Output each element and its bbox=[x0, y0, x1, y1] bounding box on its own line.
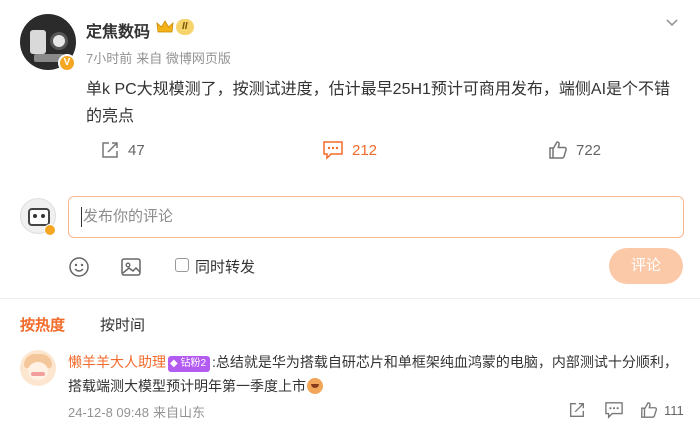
commenter-avatar[interactable] bbox=[20, 350, 56, 386]
comment-count: 212 bbox=[352, 141, 378, 159]
post-time[interactable]: 7小时前 bbox=[86, 51, 132, 66]
post-source: 来自 微博网页版 bbox=[136, 51, 231, 66]
image-icon[interactable] bbox=[120, 256, 142, 278]
comment-reply-button[interactable] bbox=[604, 400, 624, 420]
like-icon bbox=[641, 402, 658, 418]
crown-icon bbox=[156, 20, 174, 33]
repost-checkbox[interactable] bbox=[175, 258, 189, 272]
user-level-badge: II bbox=[176, 19, 194, 35]
repost-button[interactable]: 47 bbox=[100, 140, 145, 160]
post-content: 单k PC大规模测了，按测试进度，估计最早25H1预计可商用发布，端侧AI是个不… bbox=[86, 81, 671, 125]
author-name[interactable]: 定焦数码 bbox=[86, 18, 150, 42]
divider bbox=[0, 298, 700, 299]
tab-sort-hot[interactable]: 按热度 bbox=[20, 314, 65, 335]
comment-icon bbox=[605, 402, 623, 419]
comment-location: 来自山东 bbox=[152, 405, 205, 420]
like-icon bbox=[549, 141, 567, 159]
repost-icon bbox=[570, 403, 584, 417]
like-count: 722 bbox=[576, 141, 602, 159]
comment-button[interactable]: 212 bbox=[322, 140, 377, 160]
fan-badge-label: 钻粉2 bbox=[180, 358, 207, 369]
comment-body: 懒羊羊大人助理 ◆ 钻粉2:总结就是华为搭载自研芯片和单框架纯血鸿蒙的电脑，内部测… bbox=[68, 350, 688, 398]
verified-badge-icon: V bbox=[58, 54, 76, 72]
comment-repost-button[interactable] bbox=[568, 400, 586, 420]
comment-meta: 24-12-8 09:48 来自山东 bbox=[68, 402, 205, 421]
comment-time: 24-12-8 09:48 bbox=[68, 405, 149, 420]
laughing-emoji-icon bbox=[307, 378, 323, 394]
comment-like-count: 111 bbox=[664, 402, 684, 418]
comment-icon bbox=[323, 141, 343, 160]
text-caret bbox=[81, 207, 82, 227]
like-button[interactable]: 722 bbox=[548, 140, 601, 160]
fan-badge: ◆ 钻粉2 bbox=[168, 356, 211, 372]
chevron-down-icon[interactable] bbox=[664, 14, 680, 30]
repost-icon bbox=[102, 142, 118, 158]
post-meta: 7小时前 来自 微博网页版 bbox=[86, 48, 231, 67]
repost-checkbox-label[interactable]: 同时转发 bbox=[195, 256, 255, 277]
comment-like-button[interactable]: 111 bbox=[640, 400, 684, 420]
tab-sort-time[interactable]: 按时间 bbox=[100, 314, 145, 335]
submit-comment-button[interactable]: 评论 bbox=[609, 248, 683, 284]
emoji-icon[interactable] bbox=[68, 256, 90, 278]
my-verified-badge-icon bbox=[44, 224, 56, 236]
repost-count: 47 bbox=[128, 141, 145, 159]
comment-input[interactable]: 发布你的评论 bbox=[68, 196, 684, 238]
commenter-name[interactable]: 懒羊羊大人助理 bbox=[68, 354, 166, 370]
